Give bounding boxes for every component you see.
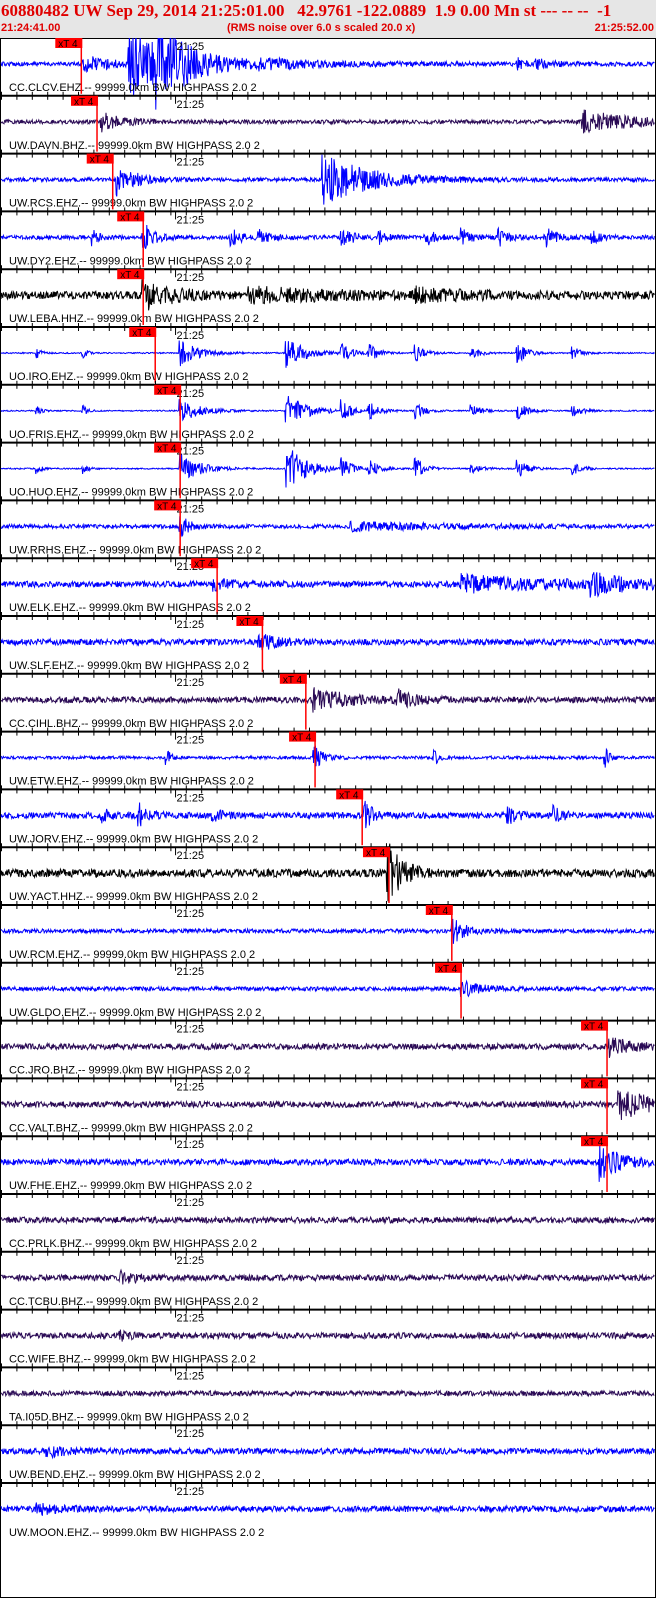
seismogram-plot: 21:25 CC.CLCV.EHZ.-- 99999.0km BW HIGHPAS… <box>0 38 656 1598</box>
start-time: 21:24:41.00 <box>1 22 61 34</box>
minute-label: 21:25 <box>177 677 205 689</box>
channel-label: UW.DY2.EHZ.-- 99999.0km BW HIGHPASS 2.0 … <box>9 255 251 267</box>
pick-label: xT 4 <box>366 848 386 859</box>
pick-label: xT 4 <box>429 906 449 917</box>
minute-label: 21:25 <box>177 1486 205 1498</box>
pick-label: xT 4 <box>58 39 78 50</box>
pick-label: xT 4 <box>74 97 94 108</box>
minute-label: 21:25 <box>177 619 205 631</box>
channel-label: CC.TCBU.BHZ.-- 99999.0km BW HIGHPASS 2.0… <box>9 1296 258 1308</box>
minute-label: 21:25 <box>177 1197 205 1209</box>
channel-label: UW.GLDO.EHZ.-- 99999.0km BW HIGHPASS 2.0… <box>9 1007 261 1019</box>
channel-label: CC.PRLK.BHZ.-- 99999.0km BW HIGHPASS 2.0… <box>9 1238 257 1250</box>
channel-label: UW.RRHS.EHZ.-- 99999.0km BW HIGHPASS 2.0… <box>9 544 261 556</box>
channel-label: CC.CLCV.EHZ.-- 99999.0km BW HIGHPASS 2.0… <box>9 82 257 94</box>
pick-label: xT 4 <box>132 328 152 339</box>
minute-label: 21:25 <box>177 792 205 804</box>
minute-label: 21:25 <box>177 99 205 111</box>
channel-label: UW.LEBA.HHZ.-- 99999.0km BW HIGHPASS 2.0… <box>9 313 259 325</box>
minute-label: 21:25 <box>177 41 205 53</box>
pick-label: xT 4 <box>194 559 214 570</box>
minute-label: 21:25 <box>177 157 205 169</box>
pick-label: xT 4 <box>157 386 177 397</box>
rms-note: (RMS noise over 6.0 s scaled 20.0 x) <box>227 22 416 34</box>
pick-label: xT 4 <box>239 617 259 628</box>
channel-label: UO.IRO.EHZ.-- 99999.0km BW HIGHPASS 2.0 … <box>9 371 248 383</box>
pick-label: xT 4 <box>438 964 458 975</box>
minute-label: 21:25 <box>177 214 205 226</box>
channel-label: UW.DAVN.BHZ.-- 99999.0km BW HIGHPASS 2.0… <box>9 140 260 152</box>
pick-label: xT 4 <box>584 1022 604 1033</box>
channel-label: UW.ELK.EHZ.-- 99999.0km BW HIGHPASS 2.0 … <box>9 602 251 614</box>
channel-label: CC.WIFE.BHZ.-- 99999.0km BW HIGHPASS 2.0… <box>9 1354 256 1366</box>
pick-label: xT 4 <box>90 155 110 166</box>
minute-label: 21:25 <box>177 1313 205 1325</box>
channel-label: UW.MOON.EHZ.-- 99999.0km BW HIGHPASS 2.0… <box>9 1527 264 1539</box>
channel-label: TA.I05D.BHZ.-- 99999.0km BW HIGHPASS 2.0… <box>9 1411 249 1423</box>
minute-label: 21:25 <box>177 330 205 342</box>
minute-label: 21:25 <box>177 1139 205 1151</box>
event-title: 60880482 UW Sep 29, 2014 21:25:01.00 42.… <box>1 1 612 20</box>
channel-label: UW.RCM.EHZ.-- 99999.0km BW HIGHPASS 2.0 … <box>9 949 255 961</box>
channel-label: UW.SLF.EHZ.-- 99999.0km BW HIGHPASS 2.0 … <box>9 660 249 672</box>
minute-label: 21:25 <box>177 1081 205 1093</box>
minute-label: 21:25 <box>177 1024 205 1036</box>
pick-label: xT 4 <box>584 1137 604 1148</box>
minute-label: 21:25 <box>177 1255 205 1267</box>
channel-label: CC.JRO.BHZ.-- 99999.0km BW HIGHPASS 2.0 … <box>9 1065 250 1077</box>
channel-label: UW.BEND.EHZ.-- 99999.0km BW HIGHPASS 2.0… <box>9 1469 261 1481</box>
pick-label: xT 4 <box>120 270 140 281</box>
pick-label: xT 4 <box>292 733 312 744</box>
minute-label: 21:25 <box>177 1370 205 1382</box>
channel-label: UW.JORV.EHZ.-- 99999.0km BW HIGHPASS 2.0… <box>9 833 258 845</box>
minute-label: 21:25 <box>177 850 205 862</box>
minute-label: 21:25 <box>177 272 205 284</box>
pick-label: xT 4 <box>283 675 303 686</box>
pick-label: xT 4 <box>157 501 177 512</box>
pick-label: xT 4 <box>120 212 140 223</box>
channel-label: UW.FHE.EHZ.-- 99999.0km BW HIGHPASS 2.0 … <box>9 1180 252 1192</box>
minute-label: 21:25 <box>177 908 205 920</box>
pick-label: xT 4 <box>157 444 177 455</box>
pick-label: xT 4 <box>584 1079 604 1090</box>
channel-label: CC.VALT.BHZ.-- 99999.0km BW HIGHPASS 2.0… <box>9 1122 253 1134</box>
minute-label: 21:25 <box>177 1428 205 1440</box>
pick-label: xT 4 <box>339 790 359 801</box>
header: 60880482 UW Sep 29, 2014 21:25:01.00 42.… <box>0 0 656 38</box>
end-time: 21:25:52.00 <box>594 22 654 34</box>
minute-label: 21:25 <box>177 966 205 978</box>
minute-label: 21:25 <box>177 735 205 747</box>
channel-label: UW.YACT.HHZ.-- 99999.0km BW HIGHPASS 2.0… <box>9 891 258 903</box>
